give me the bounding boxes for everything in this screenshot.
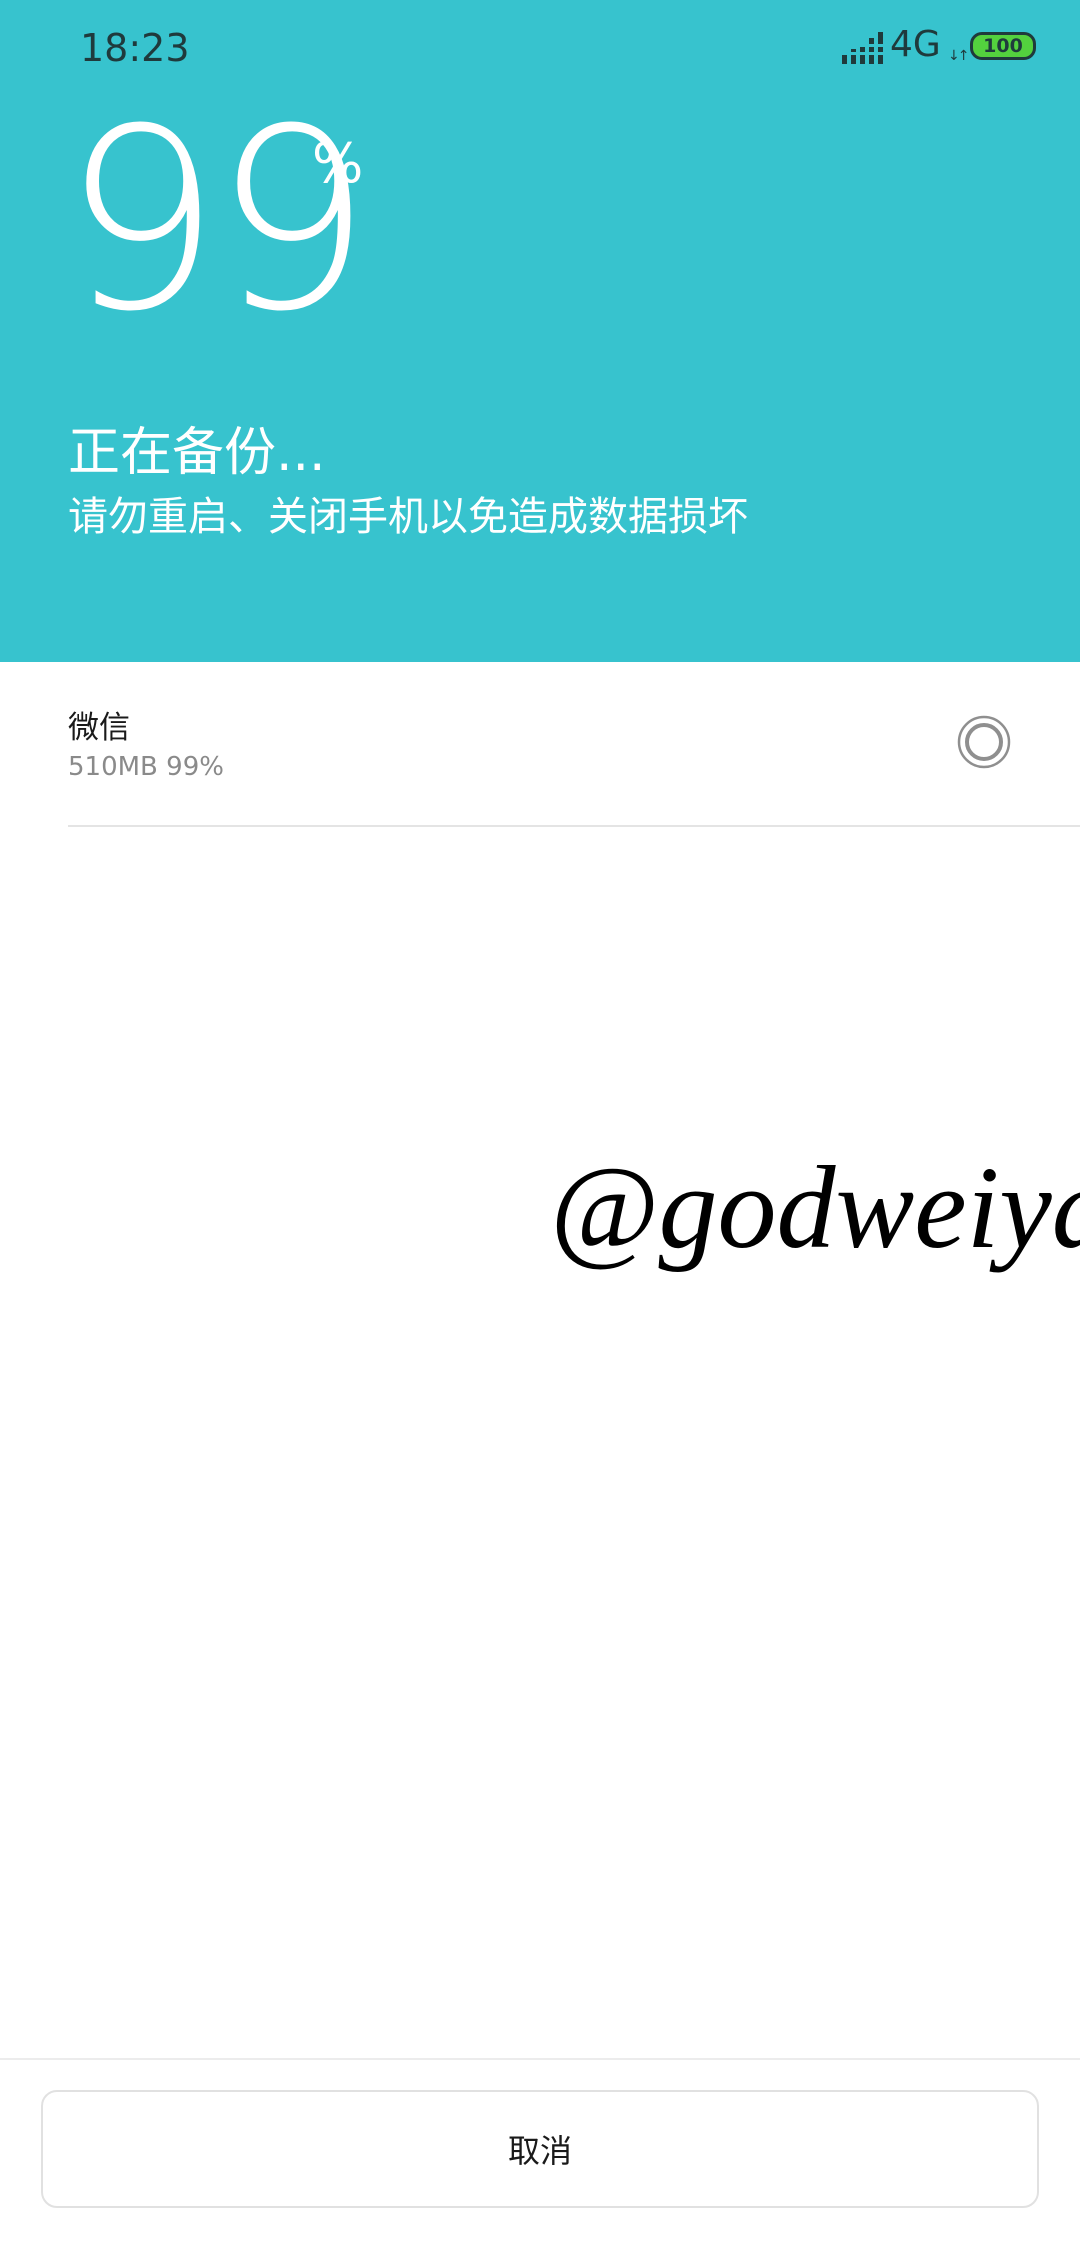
signal-icon	[842, 32, 883, 64]
cancel-button[interactable]: 取消	[41, 2090, 1039, 2208]
battery-level: 100	[983, 35, 1023, 57]
backup-header: 18:23 4G ↓↑ 100 99 % 正在备份... 请勿重启、关闭手机以免…	[0, 0, 1080, 662]
backup-item-detail: 510MB 99%	[68, 752, 224, 782]
percent-sign: %	[312, 132, 364, 195]
status-time: 18:23	[80, 26, 190, 70]
watermark: @godweiyang	[550, 1142, 1080, 1273]
backup-item-name: 微信	[68, 710, 130, 746]
list-divider	[68, 825, 1080, 827]
footer-divider	[0, 2058, 1080, 2060]
backup-item-wechat: 微信 510MB 99%	[0, 662, 1080, 827]
network-type: 4G	[890, 24, 941, 65]
backup-status-title: 正在备份...	[68, 423, 326, 483]
progress-spinner-icon	[957, 715, 1011, 769]
backup-warning: 请勿重启、关闭手机以免造成数据损坏	[68, 494, 748, 540]
data-activity-icon: ↓↑	[948, 48, 970, 64]
battery-icon: 100	[970, 32, 1036, 60]
